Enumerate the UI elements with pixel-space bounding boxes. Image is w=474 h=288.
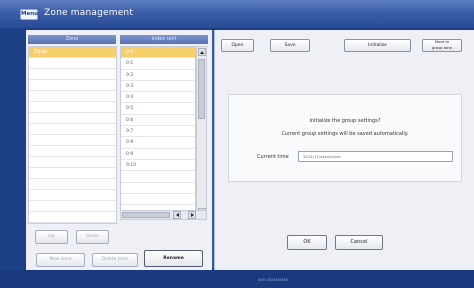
open-button[interactable]: Open xyxy=(221,39,254,52)
zone-list-item[interactable] xyxy=(29,179,116,190)
index-unit-item[interactable]: 0:4 xyxy=(121,92,195,104)
zone-list-item[interactable] xyxy=(29,201,116,212)
current-time-field[interactable]: 2011/11/xxxx/xx/xx xyxy=(298,151,453,162)
index-unit-item[interactable]: 0:0 xyxy=(121,47,195,59)
confirm-dialog xyxy=(228,94,462,182)
delete-zone-button[interactable]: Delete zone xyxy=(92,253,138,267)
hscroll-thumb[interactable] xyxy=(122,212,170,218)
index-unit-item[interactable] xyxy=(121,183,195,194)
up-button[interactable]: Up xyxy=(35,230,68,244)
zone-list-item[interactable]: Zone xyxy=(29,47,116,58)
zone-list-item[interactable] xyxy=(29,102,116,113)
zone-list[interactable]: Zone xyxy=(28,46,117,224)
down-button[interactable]: Down xyxy=(76,230,109,244)
current-time-label: Current time xyxy=(257,154,289,160)
index-unit-item[interactable] xyxy=(121,194,195,206)
status-text: xxx xxxx/xx/xx xyxy=(258,277,289,282)
dialog-message-1: Initialize the group settings? xyxy=(309,118,381,124)
zone-list-item[interactable] xyxy=(29,113,116,124)
zone-list-item[interactable] xyxy=(29,190,116,201)
scroll-right-icon[interactable] xyxy=(188,211,196,219)
title-bar: Menu Zone management xyxy=(0,0,474,28)
index-unit-item[interactable]: 0:10 xyxy=(121,160,195,172)
initialize-button[interactable]: Initialize xyxy=(344,39,411,52)
index-unit-item[interactable]: 0:9 xyxy=(121,149,195,160)
index-unit-list[interactable]: 0:0 0:1 0:2 0:3 0:4 0:5 0:6 0:7 0:8 0:9 0:10 xyxy=(120,46,196,218)
cancel-button[interactable]: Cancel xyxy=(335,235,383,250)
window-title: Zone management xyxy=(44,8,134,18)
scroll-up-icon[interactable] xyxy=(198,48,206,56)
zone-list-item[interactable] xyxy=(29,58,116,69)
zone-list-item[interactable] xyxy=(29,146,116,157)
index-unit-item[interactable]: 0:5 xyxy=(121,103,195,115)
index-unit-item[interactable]: 0:8 xyxy=(121,137,195,149)
index-unit-item[interactable] xyxy=(121,171,195,183)
zone-column-header: Zone xyxy=(28,35,116,44)
zone-list-item[interactable] xyxy=(29,69,116,80)
index-unit-item[interactable]: 0:3 xyxy=(121,81,195,93)
status-bar xyxy=(0,270,474,288)
index-unit-item[interactable]: 0:7 xyxy=(121,126,195,138)
vertical-scrollbar[interactable] xyxy=(196,46,207,218)
move-label-line2: group zone xyxy=(432,45,452,50)
menu-button[interactable]: Menu xyxy=(20,9,38,20)
dialog-message-2: Current group settings will be saved aut… xyxy=(281,131,409,137)
ok-button[interactable]: OK xyxy=(287,235,327,250)
new-zone-button[interactable]: New zone xyxy=(36,253,85,267)
index-unit-item[interactable]: 0:2 xyxy=(121,70,195,81)
save-button[interactable]: Save xyxy=(270,39,310,52)
zone-list-item[interactable] xyxy=(29,157,116,168)
zone-list-item[interactable] xyxy=(29,124,116,135)
horizontal-scrollbar[interactable] xyxy=(120,210,207,220)
index-unit-item[interactable]: 0:6 xyxy=(121,115,195,127)
zone-list-item[interactable] xyxy=(29,212,116,223)
rename-button[interactable]: Rename xyxy=(144,250,203,267)
zone-list-item[interactable] xyxy=(29,168,116,179)
index-unit-item[interactable]: 0:1 xyxy=(121,58,195,70)
zone-list-item[interactable] xyxy=(29,80,116,91)
zone-list-item[interactable] xyxy=(29,91,116,102)
move-to-group-zone-button[interactable]: Move to group zone xyxy=(422,39,462,52)
index-unit-column-header: Index unit xyxy=(120,35,208,44)
scroll-left-icon[interactable] xyxy=(173,211,181,219)
zone-list-item[interactable] xyxy=(29,135,116,146)
scroll-thumb[interactable] xyxy=(198,59,205,119)
